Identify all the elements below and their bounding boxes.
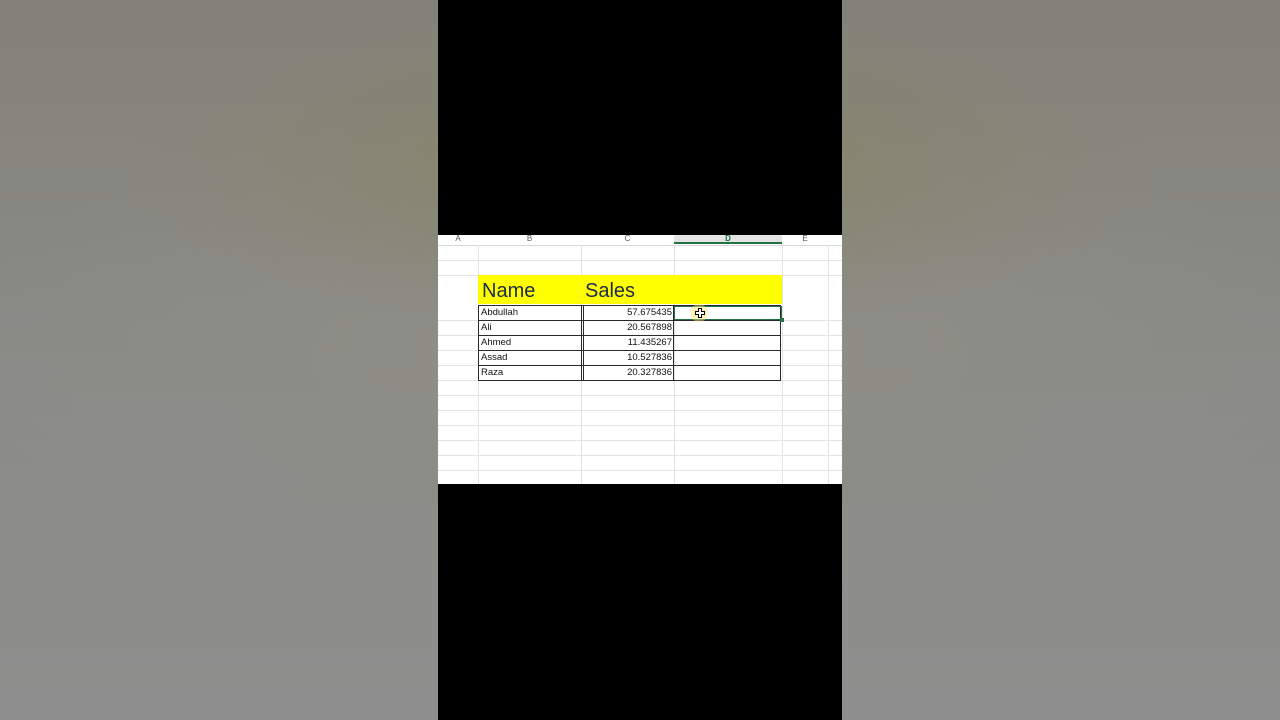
table-row: Ali 20.567898	[478, 320, 782, 336]
empty-cell[interactable]	[673, 335, 781, 351]
name-cell[interactable]: Assad	[478, 350, 584, 366]
sales-column-title[interactable]: Sales	[585, 279, 635, 303]
empty-cell[interactable]	[673, 365, 781, 381]
sales-cell[interactable]: 20.567898	[581, 320, 674, 336]
table-row: Raza 20.327836	[478, 365, 782, 381]
empty-cell[interactable]	[673, 320, 781, 336]
column-header-e[interactable]: E	[782, 235, 828, 244]
column-header-a[interactable]: A	[438, 235, 478, 244]
empty-cell[interactable]	[673, 350, 781, 366]
name-cell[interactable]: Ahmed	[478, 335, 584, 351]
sales-cell[interactable]: 11.435267	[581, 335, 674, 351]
column-header-b[interactable]: B	[478, 235, 581, 244]
column-header-c[interactable]: C	[581, 235, 674, 244]
table-row: Assad 10.527836	[478, 350, 782, 366]
name-column-title[interactable]: Name	[482, 279, 535, 303]
sales-cell[interactable]: 57.675435	[581, 305, 674, 321]
video-frame: A B C D E Name Sales Abdullah 57.675435 …	[438, 0, 842, 720]
sales-cell[interactable]: 20.327836	[581, 365, 674, 381]
column-header-d[interactable]: D	[674, 235, 782, 244]
table-row: Ahmed 11.435267	[478, 335, 782, 351]
spreadsheet-grid[interactable]: A B C D E Name Sales Abdullah 57.675435 …	[438, 235, 842, 484]
name-cell[interactable]: Ali	[478, 320, 584, 336]
fill-handle[interactable]	[780, 318, 784, 322]
name-cell[interactable]: Abdullah	[478, 305, 584, 321]
cell-select-plus-icon	[695, 308, 705, 318]
sales-cell[interactable]: 10.527836	[581, 350, 674, 366]
name-cell[interactable]: Raza	[478, 365, 584, 381]
